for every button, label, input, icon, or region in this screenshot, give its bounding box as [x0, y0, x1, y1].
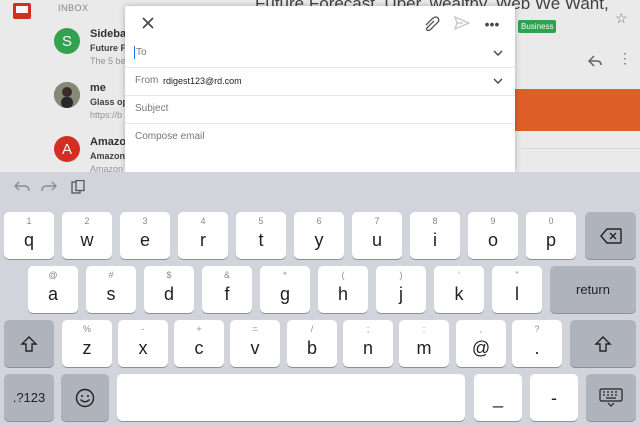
key-j[interactable]: ) j: [376, 266, 426, 313]
emoji-icon: [75, 388, 95, 407]
key-e[interactable]: 3e: [120, 212, 170, 259]
paste-icon[interactable]: [70, 180, 86, 194]
key-k[interactable]: ' k: [434, 266, 484, 313]
key-f[interactable]: & f: [202, 266, 252, 313]
key-dash[interactable]: -: [530, 374, 578, 421]
subject-placeholder: Subject: [135, 103, 169, 114]
to-label: To: [136, 47, 147, 58]
close-icon[interactable]: [139, 14, 157, 32]
attachment-icon[interactable]: [423, 16, 441, 32]
keyboard-dismiss-icon: [599, 387, 623, 407]
key-v[interactable]: = v: [230, 320, 280, 367]
key-n[interactable]: ; n: [343, 320, 393, 367]
backspace-key[interactable]: [585, 212, 636, 259]
redo-icon[interactable]: [41, 180, 57, 194]
space-bar[interactable]: [117, 374, 465, 421]
subject-input[interactable]: Subject: [125, 96, 515, 124]
compose-body-input[interactable]: Compose email: [135, 131, 204, 142]
key-c[interactable]: + c: [174, 320, 224, 367]
key-i[interactable]: 8i: [410, 212, 460, 259]
emoji-key[interactable]: [61, 374, 109, 421]
text-cursor: [134, 46, 135, 59]
key-t[interactable]: 5t: [236, 212, 286, 259]
from-label: From: [135, 75, 159, 86]
chevron-down-icon[interactable]: [492, 76, 504, 86]
from-field[interactable]: From rdigest123@rd.com: [125, 68, 515, 96]
key-h[interactable]: (h: [318, 266, 368, 313]
from-value: rdigest123@rd.com: [163, 76, 242, 86]
undo-icon[interactable]: [14, 180, 30, 194]
key-at[interactable]: , @: [456, 320, 506, 367]
to-field[interactable]: To: [125, 40, 515, 68]
key-a[interactable]: @ a: [28, 266, 78, 313]
send-icon[interactable]: [454, 16, 470, 30]
key-d[interactable]: $ d: [144, 266, 194, 313]
key-u[interactable]: 7u: [352, 212, 402, 259]
return-key[interactable]: return: [550, 266, 636, 313]
more-horizontal-icon[interactable]: •••: [483, 16, 501, 32]
key-q[interactable]: 1q: [4, 212, 54, 259]
backspace-icon: [599, 227, 622, 244]
compose-dialog: ••• To From rdigest123@rd.com Subject Co…: [125, 6, 515, 172]
shift-key-right[interactable]: [570, 320, 636, 367]
key-m[interactable]: :m: [399, 320, 449, 367]
key-z[interactable]: % z: [62, 320, 112, 367]
key-l[interactable]: " l: [492, 266, 542, 313]
shift-icon: [594, 335, 612, 352]
shift-icon: [20, 335, 38, 352]
key-r[interactable]: 4r: [178, 212, 228, 259]
key-underscore[interactable]: _: [474, 374, 522, 421]
key-o[interactable]: 9o: [468, 212, 518, 259]
key-b[interactable]: / b: [287, 320, 337, 367]
on-screen-keyboard: 1q 2w 3e 4r 5t 6y 7u 8i 9o 0p @ a # s $ d &…: [0, 172, 640, 426]
key-x[interactable]: -x: [118, 320, 168, 367]
hide-keyboard-key[interactable]: [586, 374, 636, 421]
numbers-key[interactable]: .?123: [4, 374, 54, 421]
key-w[interactable]: 2w: [62, 212, 112, 259]
compose-toolbar: •••: [125, 6, 515, 42]
key-p[interactable]: 0p: [526, 212, 576, 259]
key-s[interactable]: # s: [86, 266, 136, 313]
key-y[interactable]: 6y: [294, 212, 344, 259]
key-period[interactable]: ?.: [512, 320, 562, 367]
shift-key-left[interactable]: [4, 320, 54, 367]
chevron-down-icon[interactable]: [492, 48, 504, 58]
key-g[interactable]: * g: [260, 266, 310, 313]
